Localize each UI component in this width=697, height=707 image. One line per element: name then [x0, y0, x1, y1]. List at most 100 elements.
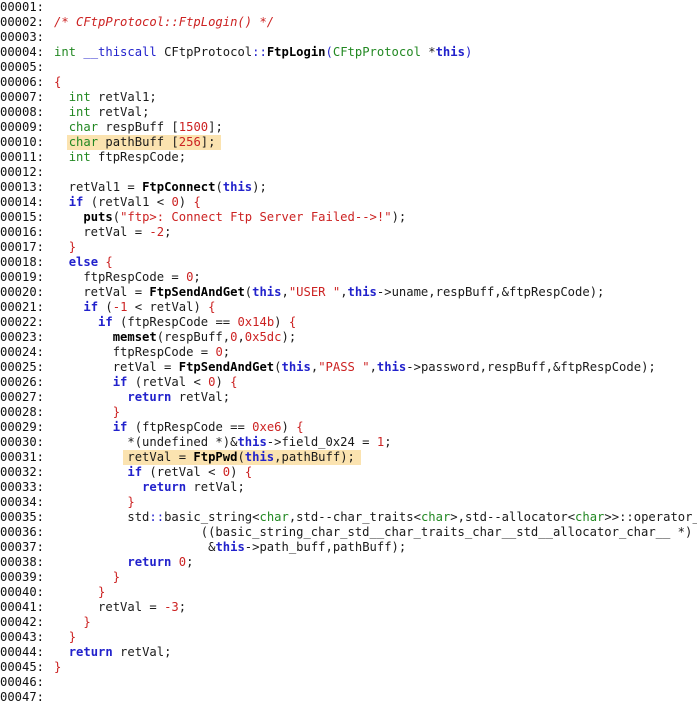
code-token: ,: [340, 285, 348, 299]
line-text: int retVal1;: [54, 90, 157, 104]
code-token: ): [215, 375, 231, 389]
code-token: >>::operator_: [604, 510, 697, 524]
code-token: FtpConnect: [142, 180, 216, 194]
line-text: std::basic_string<char,std--char_traits<…: [54, 510, 697, 524]
code-line: 00043: }: [0, 630, 697, 645]
code-token: (ftpRespCode ==: [127, 420, 253, 434]
code-token: }: [68, 630, 77, 644]
code-token: if: [83, 300, 99, 314]
line-number: 00004:: [0, 45, 45, 59]
code-line: 00018: else {: [0, 255, 697, 270]
code-line: 00031: retVal = FtpPwd(this,pathBuff);: [0, 450, 697, 465]
code-line: 00047:: [0, 690, 697, 705]
code-token: -3: [164, 600, 179, 614]
line-number: 00003:: [0, 30, 45, 44]
code-token: (: [112, 210, 121, 224]
code-line: 00016: retVal = -2;: [0, 225, 697, 240]
code-token: ;: [222, 345, 231, 359]
line-number: 00002:: [0, 15, 45, 29]
code-token: return: [127, 390, 172, 404]
code-token: char: [259, 510, 289, 524]
line-text: ftpRespCode = 0;: [54, 270, 200, 284]
code-token: char: [420, 510, 451, 524]
code-line: 00012:: [0, 165, 697, 180]
code-token: this: [376, 360, 407, 374]
code-token: if: [112, 420, 128, 434]
code-token: 0x5dc: [244, 330, 282, 344]
code-token: (: [237, 450, 245, 464]
code-token: memset: [112, 330, 157, 344]
code-token: *(undefined *)&: [54, 435, 238, 449]
code-token: this: [252, 285, 282, 299]
code-line: 00044: return retVal;: [0, 645, 697, 660]
code-token: <: [413, 510, 421, 524]
code-token: 0: [178, 555, 187, 569]
code-view[interactable]: 00001: 00002: /* CFtpProtocol::FtpLogin() …: [0, 0, 697, 707]
line-text: ftpRespCode = 0;: [54, 345, 230, 359]
code-token: retVal =: [54, 285, 150, 299]
code-line: 00004: int __thiscall CFtpProtocol::FtpLo…: [0, 45, 697, 60]
code-line: 00042: }: [0, 615, 697, 630]
code-token: ): [230, 465, 245, 479]
code-token: (: [98, 300, 113, 314]
code-token: (retVal: [127, 375, 194, 389]
code-token: 0: [171, 195, 179, 209]
line-text: }: [54, 570, 120, 584]
line-number: 00005:: [0, 60, 45, 74]
code-token: {: [230, 375, 238, 389]
line-number: 00047:: [0, 690, 45, 704]
line-number: 00015:: [0, 210, 45, 224]
code-line: 00028: }: [0, 405, 697, 420]
code-token: char: [68, 135, 99, 149]
line-text: if (ftpRespCode == 0xe6) {: [54, 420, 304, 434]
code-token: CFtpProtocol: [156, 45, 253, 59]
code-token: this: [347, 285, 377, 299]
code-token: ftpRespCode;: [90, 150, 187, 164]
line-text: ((basic_string_char_std__char_traits_cha…: [54, 525, 693, 539]
code-line: 00034: }: [0, 495, 697, 510]
line-number: 00043:: [0, 630, 45, 644]
line-text: puts("ftp>: Connect Ftp Server Failed-->…: [54, 210, 406, 224]
code-token: (: [325, 45, 333, 59]
code-token: else: [68, 255, 99, 269]
line-number: 00029:: [0, 420, 45, 434]
code-line: 00041: retVal = -3;: [0, 600, 697, 615]
code-token: 0: [215, 345, 223, 359]
line-number: 00021:: [0, 300, 45, 314]
code-line: 00020: retVal = FtpSendAndGet(this,"USER…: [0, 285, 697, 300]
code-token: "PASS ": [318, 360, 370, 374]
line-text: if (retVal < 0) {: [54, 465, 252, 479]
code-token: -1: [112, 300, 128, 314]
line-text: char pathBuff [256];: [54, 135, 216, 149]
line-number: 00033:: [0, 480, 45, 494]
code-line: 00015: puts("ftp>: Connect Ftp Server Fa…: [0, 210, 697, 225]
code-token: return: [127, 555, 172, 569]
line-number: 00006:: [0, 75, 45, 89]
code-token: (ftpRespCode ==: [112, 315, 238, 329]
code-line: 00002: /* CFtpProtocol::FtpLogin() */: [0, 15, 697, 30]
code-token: <: [567, 510, 576, 524]
code-token: {: [54, 75, 62, 89]
line-number: 00026:: [0, 375, 45, 389]
code-token: return: [68, 645, 113, 659]
code-token: std: [54, 510, 150, 524]
code-token: );: [252, 180, 267, 194]
code-token: respBuff: [98, 120, 172, 134]
code-token: );: [281, 330, 297, 344]
code-token: {: [105, 255, 113, 269]
line-number: 00014:: [0, 195, 45, 209]
code-token: retVal;: [112, 645, 172, 659]
code-token: (retVal1: [83, 195, 157, 209]
code-token: this: [244, 450, 275, 464]
code-token: &: [54, 540, 216, 554]
line-text: return retVal;: [54, 480, 245, 494]
line-text: }: [54, 630, 76, 644]
code-line: 00032: if (retVal < 0) {: [0, 465, 697, 480]
